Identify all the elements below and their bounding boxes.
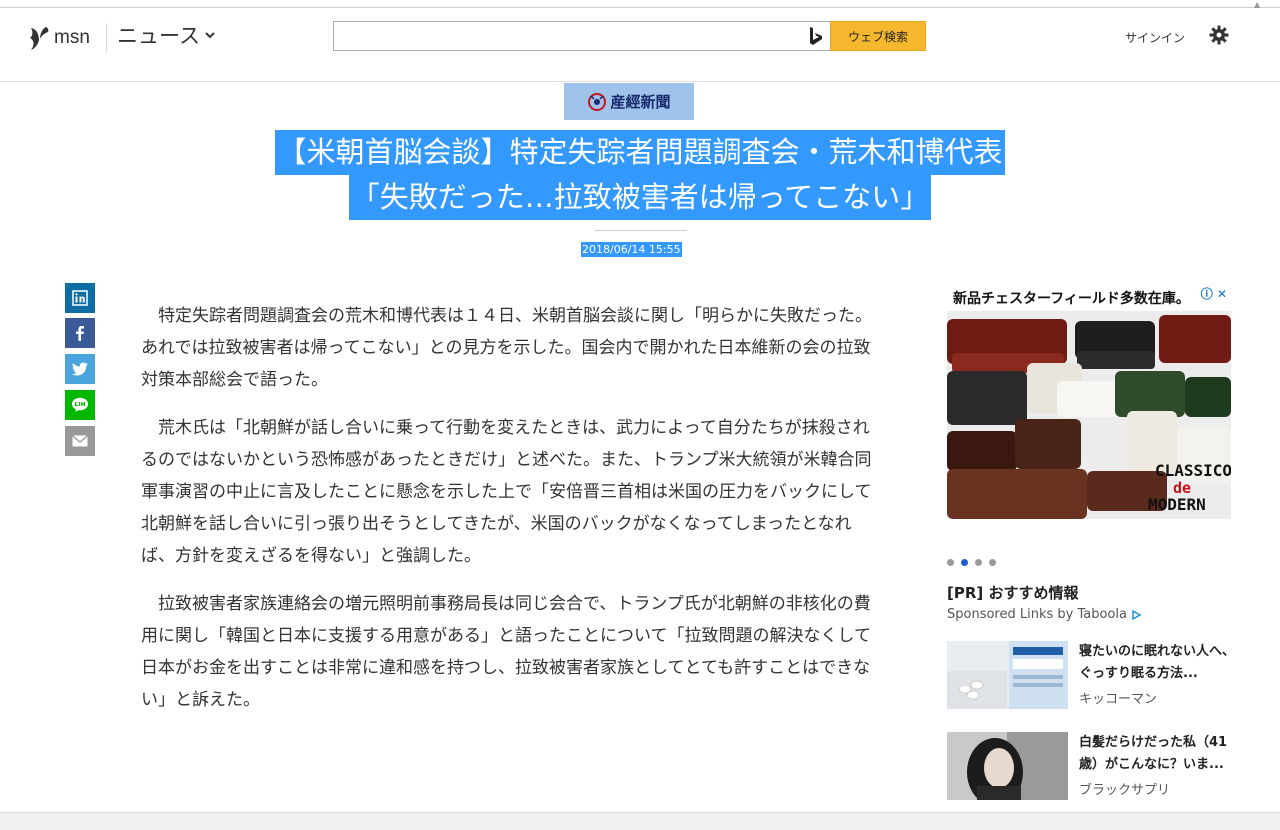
gear-icon — [1209, 25, 1229, 45]
window-bottom-bar — [0, 812, 1280, 830]
article-date: 2018/06/14 15:55 — [581, 242, 682, 257]
article-title: 【米朝首脳会談】特定失踪者問題調査会・荒木和博代表 「失敗だった…拉致被害者は帰… — [0, 130, 1280, 220]
recommend-item[interactable]: 寝たいのに眠れない人へ、ぐっすり眠る方法... キッコーマン — [947, 641, 1237, 709]
header-divider — [106, 23, 107, 53]
article-paragraph: 特定失踪者問題調査会の荒木和博代表は１４日、米朝首脳会談に関し「明らかに失敗だっ… — [141, 306, 872, 390]
twitter-icon — [71, 362, 88, 376]
section-label: ニュース — [117, 24, 200, 48]
article-body: 特定失踪者問題調査会の荒木和博代表は１４日、米朝首脳会談に関し「明らかに失敗だっ… — [141, 300, 883, 732]
article-paragraph: 荒木氏は「北朝鮮が話し合いに乗って行動を変えたときは、武力によって自分たちが抹殺… — [141, 418, 872, 566]
carousel-dot[interactable] — [989, 559, 996, 566]
facebook-icon — [76, 326, 84, 341]
ad-headline-text: 新品チェスターフィールド多数在庫。 — [953, 291, 1190, 307]
title-line-1: 【米朝首脳会談】特定失踪者問題調査会・荒木和博代表 — [275, 130, 1005, 175]
signin-link[interactable]: サインイン — [1125, 29, 1185, 46]
site-header: msn ニュース ウェブ検索 サインイン — [0, 9, 1280, 82]
search-bar: ウェブ検索 — [333, 21, 926, 51]
ad-headline: 新品チェスターフィールド多数在庫。 ⓘ ✕ — [947, 283, 1231, 311]
share-twitter-button[interactable] — [65, 354, 95, 384]
share-email-button[interactable] — [65, 426, 95, 456]
recommend-title: [PR] おすすめ情報 — [947, 584, 1079, 602]
ad-text-classico: CLASSICO — [1155, 461, 1231, 480]
title-divider — [595, 230, 687, 231]
msn-logo[interactable]: msn — [28, 25, 90, 51]
recommend-item-source: キッコーマン — [1079, 692, 1158, 707]
recommend-item-title[interactable]: 白髪だらけだった私（41歳）がこんなに？いま... — [1079, 732, 1239, 776]
share-linkedin-button[interactable] — [65, 283, 95, 313]
share-line-button[interactable] — [65, 390, 95, 420]
title-line-2: 「失敗だった…拉致被害者は帰ってこない」 — [348, 175, 932, 220]
recommend-item-source: ブラックサプリ — [1079, 783, 1171, 798]
search-input[interactable] — [333, 21, 830, 51]
linkedin-icon — [72, 290, 88, 306]
line-icon — [72, 397, 88, 412]
ad-banner[interactable]: 新品チェスターフィールド多数在庫。 ⓘ ✕ CLASSICO de MODERN — [947, 283, 1231, 519]
adchoices-icon — [1132, 609, 1141, 620]
butterfly-icon — [30, 27, 49, 50]
source-logo[interactable]: 産經新聞 — [564, 83, 694, 120]
article-paragraph: 拉致被害者家族連絡会の増元照明前事務局長は同じ会合で、トランプ氏が北朝鮮の非核化… — [141, 594, 871, 710]
source-name: 産經新聞 — [610, 93, 671, 111]
sponsored-label: Sponsored Links by Taboola — [947, 607, 1127, 622]
carousel-dot[interactable] — [975, 559, 982, 566]
recommend-thumbnail — [947, 732, 1068, 800]
ad-text-modern: MODERN — [1148, 495, 1206, 514]
email-icon — [72, 435, 88, 447]
carousel-dot[interactable] — [947, 559, 954, 566]
logo-text: msn — [54, 27, 90, 48]
recommend-thumbnail — [947, 641, 1068, 709]
sankei-emblem-icon — [588, 92, 607, 111]
recommend-item[interactable]: 白髪だらけだった私（41歳）がこんなに？いま... ブラックサプリ — [947, 732, 1237, 800]
web-search-button[interactable]: ウェブ検索 — [830, 21, 926, 51]
carousel-dot-active[interactable] — [961, 559, 968, 566]
recommend-item-title[interactable]: 寝たいのに眠れない人へ、ぐっすり眠る方法... — [1079, 641, 1239, 685]
settings-button[interactable] — [1209, 25, 1229, 49]
carousel-dots — [947, 559, 996, 566]
taboola-link[interactable]: Sponsored Links by Taboola — [947, 607, 1141, 622]
section-dropdown[interactable]: ニュース — [117, 20, 216, 50]
chevron-down-icon — [205, 32, 215, 39]
bing-icon — [810, 27, 822, 45]
scroll-arrow-icon[interactable]: ▲ — [1254, 0, 1260, 9]
ad-close-icon[interactable]: ⓘ ✕ — [1201, 285, 1227, 302]
window-top-border: ▲ — [0, 0, 1280, 9]
share-facebook-button[interactable] — [65, 318, 95, 348]
